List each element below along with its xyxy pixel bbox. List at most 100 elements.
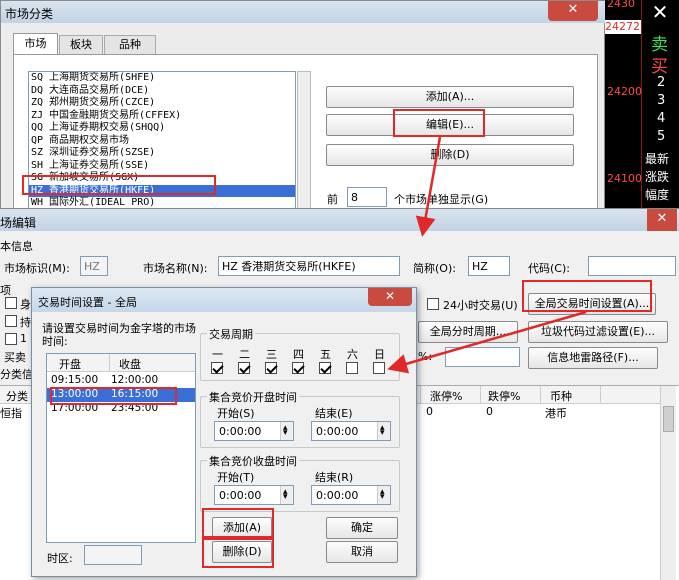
weekday-checkbox[interactable] [211,362,223,374]
short-name-input[interactable]: HZ [468,256,510,276]
session-row[interactable]: 17:00:00 23:45:00 [47,402,195,416]
buy-sell-label: 买卖 [4,351,26,364]
edit-market-button[interactable]: 编辑(E)... [326,114,574,136]
price-current: 24272 [605,20,640,33]
header-currency[interactable]: 币种 [550,388,572,404]
extra-input[interactable] [445,347,520,367]
edit-dialog-title: 场编辑 [0,216,37,230]
close-end-spinner[interactable]: 0:00:00 [311,483,391,507]
price-mid: 24200 [607,85,642,98]
edit-dialog-titlebar: 场编辑 [0,209,679,231]
add-market-button[interactable]: 添加(A)... [326,86,574,108]
open-end-value: 0:00:00 [316,425,359,438]
header-sep [480,386,481,404]
tab-market-label: 市场 [24,37,47,50]
h24-checkbox[interactable] [427,298,439,310]
option-check-2[interactable] [5,315,17,327]
weekday-row: 一二三四五六日 [206,346,396,380]
close-icon: ✕ [656,211,668,226]
options-section: 项 [0,284,11,297]
close-icon: ✕ [651,0,669,24]
close-start-spinner[interactable]: 0:00:00 [214,483,294,507]
session-row[interactable]: 09:15:00 12:00:00 [47,374,195,388]
global-time-button[interactable]: 全局交易时间设置(A)... [528,293,656,315]
level-3[interactable]: 3 [657,92,677,110]
level-2[interactable]: 2 [657,74,677,92]
open-start-spinner[interactable]: 0:00:00 [214,419,294,443]
session-close: 16:15:00 [111,388,159,400]
time-dialog-titlebar: 交易时间设置 - 全局 [32,288,416,312]
tab-market[interactable]: 市场 [13,33,58,55]
header-down-limit[interactable]: 跌停% [488,388,520,404]
time-dialog-title: 交易时间设置 - 全局 [38,296,137,309]
menu-change[interactable]: 涨跌 [645,168,669,186]
market-list-item[interactable]: DQ 大连商品交易所(DCE) [29,85,295,98]
market-list-item[interactable]: SG 新加坡交易所(SGX) [29,172,295,185]
cancel-button[interactable]: 取消 [326,541,398,563]
market-list-item[interactable]: SZ 深圳证券交易所(SZSE) [29,147,295,160]
weekday-checkbox[interactable] [238,362,250,374]
market-list-item[interactable]: SH 上海证券交易所(SSE) [29,160,295,173]
show-count-input[interactable]: 8 [347,187,387,207]
session-row[interactable]: 13:00:00 16:15:00 [47,388,195,402]
delete-session-button[interactable]: 删除(D) [212,541,272,563]
open-end-spinner[interactable]: 0:00:00 [311,419,391,443]
header-class[interactable]: 分类 [6,388,28,404]
market-list-item[interactable]: ZQ 郑州期货交易所(CZCE) [29,97,295,110]
header-sep [540,386,541,404]
market-dialog-close-button[interactable]: ✕ [548,1,598,21]
market-list[interactable]: SQ 上海期货交易所(SHFE) DQ 大连商品交易所(DCE) ZQ 郑州期货交易… [28,71,296,211]
table-scrollbar[interactable] [660,386,676,580]
weekday-checkbox[interactable] [265,362,277,374]
weekday-label: 二 [239,348,250,361]
edit-dialog-close-button[interactable]: ✕ [647,209,677,231]
weekday-checkbox[interactable] [292,362,304,374]
instruction-label: 请设置交易时间为金字塔的市场时间: [42,322,196,348]
col-close[interactable]: 收盘 [119,356,141,372]
level-5[interactable]: 5 [657,128,677,146]
menu-latest[interactable]: 最新 [645,150,669,168]
timezone-label: 时区: [47,552,73,565]
timezone-input[interactable] [84,545,142,565]
level-4[interactable]: 4 [657,110,677,128]
market-list-item[interactable]: QQ 上海证券期权交易(SHQQ) [29,122,295,135]
show-suffix-label: 个市场单独显示(G) [394,193,489,206]
weekday-checkbox[interactable] [319,362,331,374]
market-list-item[interactable]: QP 商品期权交易市场 [29,135,295,148]
ok-button[interactable]: 确定 [326,517,398,539]
add-session-button[interactable]: 添加(A) [212,517,272,539]
delete-market-button[interactable]: 删除(D) [326,144,574,166]
session-close: 23:45:00 [111,402,159,414]
weekday-label: 日 [374,348,385,361]
scroll-thumb[interactable] [663,406,674,432]
junk-filter-button[interactable]: 垃圾代码过滤设置(E)... [528,321,668,343]
market-list-item[interactable]: ZJ 中国金融期货交易所(CFFEX) [29,110,295,123]
market-list-item[interactable]: SQ 上海期货交易所(SHFE) [29,72,295,85]
weekday-label: 六 [347,348,358,361]
close-icon: ✕ [384,289,396,303]
level-list: 2 3 4 5 [657,74,677,146]
menu-range[interactable]: 幅度 [645,186,669,204]
market-list-item[interactable]: HZ 香港期货交易所(HKFE) [29,184,295,197]
option-check-1[interactable] [5,297,17,309]
weekday-checkbox[interactable] [373,362,385,374]
tab-sector[interactable]: 板块 [59,35,103,55]
session-list[interactable]: 开盘 收盘 09:15:00 12:00:00 13:00:00 16:15:00 17… [46,353,196,543]
code-input[interactable] [588,256,676,276]
time-dialog-close-button[interactable]: ✕ [368,288,412,306]
market-id-input[interactable]: HZ [80,256,108,276]
panel-close-button[interactable]: ✕ [641,0,679,26]
option-check-3[interactable] [5,333,17,345]
global-minute-button[interactable]: 全局分时周期... [418,321,518,343]
weekday-label: 一 [212,348,223,361]
weekday-label: 五 [320,348,331,361]
market-list-scrollbar[interactable] [297,71,311,211]
tab-variety-label: 品种 [119,38,141,51]
col-open[interactable]: 开盘 [59,356,81,372]
market-name-input[interactable]: HZ 香港期货交易所(HKFE) [218,256,400,276]
weekday-checkbox[interactable] [346,362,358,374]
info-path-button[interactable]: 信息地雷路径(F)... [528,347,658,369]
header-up-limit[interactable]: 涨停% [430,388,462,404]
option-check-3-label: 1 [20,332,27,345]
tab-variety[interactable]: 品种 [104,35,156,55]
